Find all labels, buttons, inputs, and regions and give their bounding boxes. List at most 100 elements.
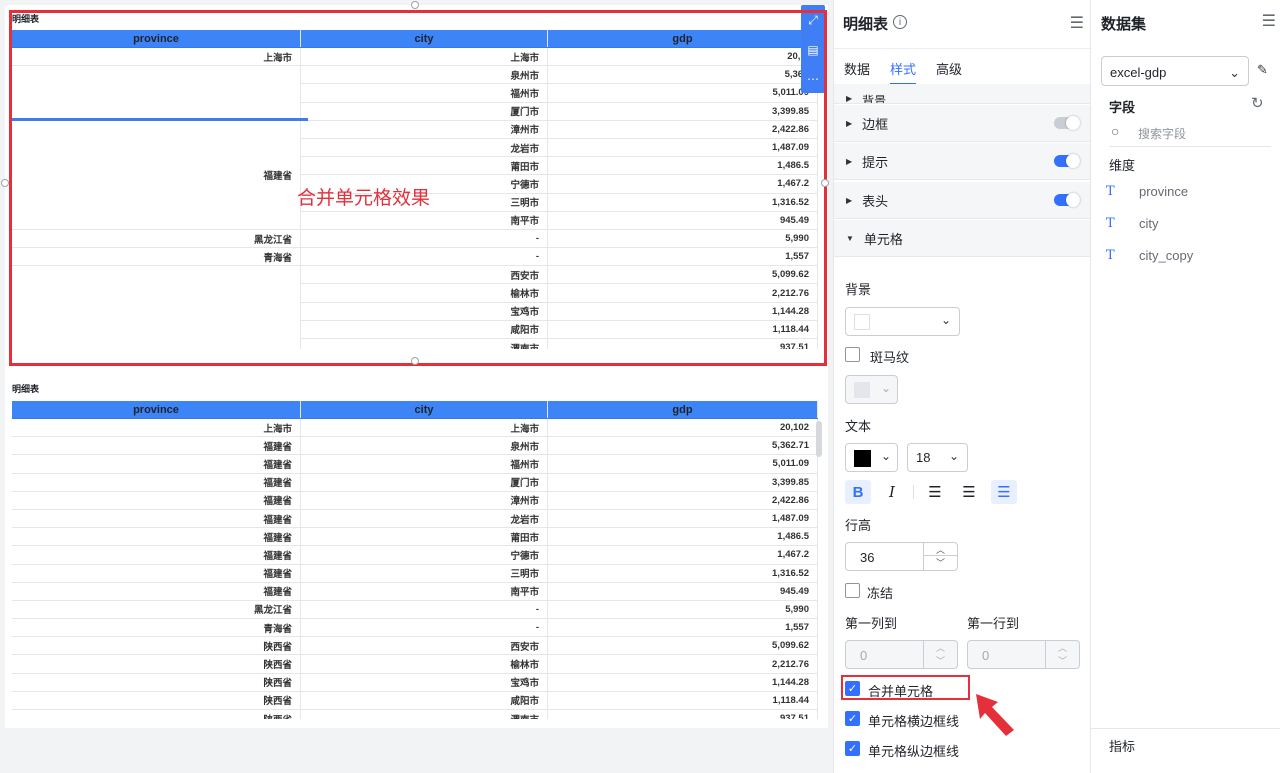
table-cell: 榆林市 (301, 284, 548, 303)
row-height-stepper[interactable]: ︿ ﹀ (923, 543, 957, 570)
field-province[interactable]: province (1139, 184, 1188, 199)
table-row: 福建省 泉州市 5,362.71 (12, 437, 818, 456)
table-cell: 西安市 (301, 266, 548, 285)
table-row: 福建省漳州市2,422.86 (12, 491, 818, 510)
section-tooltip[interactable]: ▶ 提示 (834, 143, 1090, 180)
column-header-gdp[interactable]: gdp (548, 30, 818, 47)
caret-right-icon: ▶ (846, 94, 853, 103)
section-header[interactable]: ▶ 表头 (834, 182, 1090, 219)
column-header-gdp[interactable]: gdp (548, 401, 818, 418)
align-left-icon[interactable]: ☰ (922, 480, 948, 504)
more-icon[interactable]: ⋯ (807, 72, 819, 86)
table-cell: 5,011.09 (548, 84, 818, 103)
search-input[interactable]: 搜索字段 (1138, 125, 1186, 142)
tab-style[interactable]: 样式 (890, 49, 917, 85)
table-cell: 3,399.85 (548, 102, 818, 121)
text-color-picker[interactable]: ⌄ (845, 443, 898, 472)
table-cell: 上海市 (301, 48, 548, 67)
bold-button[interactable]: B (845, 480, 871, 504)
table-cell: 20,102 (548, 419, 818, 438)
color-swatch (854, 382, 870, 398)
dataset-title: 数据集 (1101, 16, 1147, 33)
caret-down-icon: ▼ (846, 233, 854, 243)
highlight-box-merge-option (841, 675, 970, 700)
table-cell: 1,144.28 (548, 673, 818, 692)
field-search[interactable]: ○ 搜索字段 (1109, 121, 1271, 147)
chevron-down-icon: ⌄ (880, 381, 891, 395)
header-toggle[interactable] (1054, 193, 1080, 207)
row-height-label: 行高 (845, 518, 872, 533)
table-cell: 上海市 (12, 419, 301, 438)
panel-title: 明细表 (843, 16, 889, 33)
v-border-label: 单元格纵边框线 (868, 744, 960, 759)
dataset-select[interactable]: excel-gdp ⌄ (1101, 56, 1249, 86)
column-header-city[interactable]: city (301, 30, 548, 47)
table-cell: 泉州市 (301, 437, 548, 456)
table-cell: 榆林市 (301, 655, 548, 674)
section-cell[interactable]: ▼ 单元格 (834, 220, 1090, 257)
dashboard-canvas: 明细表 province city gdp 上海市上海市20,10福建省泉州市5… (1, 1, 829, 728)
fields-label: 字段 (1109, 100, 1136, 115)
table-cell: 龙岩市 (301, 138, 548, 158)
widget-toolbar: ⤢ ▤ ⋯ (801, 5, 825, 93)
table-row: 陕西省西安市5,099.62 (12, 637, 818, 656)
red-arrow-icon (976, 694, 1014, 736)
table-cell: 937.51 (548, 339, 818, 349)
table-cell: - (301, 619, 548, 638)
table-cell: 福建省 (12, 473, 301, 492)
chevron-down-icon[interactable]: ﹀ (924, 556, 957, 569)
detail-table-widget-plain[interactable]: 明细表 province city gdp 上海市 上海市 20,102 福建省 泉州市… (5, 373, 828, 728)
column-header-province[interactable]: province (12, 30, 301, 47)
row-height-input[interactable]: 36 ︿ ﹀ (845, 542, 958, 571)
section-background-cut[interactable]: ▶ 背景 (834, 84, 1090, 104)
italic-button[interactable]: I (879, 480, 905, 504)
table-cell: 陕西省 (12, 637, 301, 656)
table-cell: 1,487.09 (548, 138, 818, 158)
table-cell: 南平市 (301, 211, 548, 230)
detail-table-widget-merged[interactable]: 明细表 province city gdp 上海市上海市20,10福建省泉州市5… (5, 5, 828, 365)
column-header-city[interactable]: city (301, 401, 548, 418)
field-city-copy[interactable]: city_copy (1139, 248, 1193, 263)
resize-handle-bottom[interactable] (411, 357, 419, 365)
table-cell: 2,422.86 (548, 491, 818, 510)
border-toggle[interactable] (1054, 116, 1080, 130)
refresh-icon[interactable]: ↻ (1251, 94, 1264, 112)
align-center-icon[interactable]: ☰ (956, 480, 982, 504)
table-scrollbar[interactable] (816, 421, 822, 457)
background-color-picker[interactable]: ⌄ (845, 307, 960, 336)
field-city[interactable]: city (1139, 216, 1159, 231)
zebra-checkbox[interactable] (845, 347, 860, 362)
resize-handle-right[interactable] (821, 179, 829, 187)
table-cell: 福建省 (12, 564, 301, 583)
freeze-checkbox[interactable] (845, 583, 860, 598)
font-size-select[interactable]: 18 ⌄ (907, 443, 968, 472)
section-border[interactable]: ▶ 边框 (834, 105, 1090, 142)
v-border-checkbox[interactable]: ✓ (845, 741, 860, 756)
edit-icon[interactable]: ✎ (1257, 62, 1268, 78)
first-col-stepper: ︿ ﹀ (923, 641, 957, 668)
expand-icon[interactable]: ⤢ (808, 13, 818, 28)
resize-handle-top[interactable] (411, 1, 419, 9)
tab-data[interactable]: 数据 (844, 49, 870, 85)
column-header-province[interactable]: province (12, 401, 301, 418)
table-row: 陕西省咸阳市1,118.44 (12, 691, 818, 710)
tab-advanced[interactable]: 高级 (936, 49, 962, 85)
table-cell: 陕西省 (12, 673, 301, 692)
panel-menu-icon[interactable]: ☰ (1070, 13, 1084, 33)
table-cell: 陕西省 (12, 691, 301, 710)
table-cell: 5,990 (548, 600, 818, 620)
table-cell: 厦门市 (301, 473, 548, 492)
align-right-icon[interactable]: ☰ (991, 480, 1017, 504)
tooltip-toggle[interactable] (1054, 154, 1080, 168)
h-border-checkbox[interactable]: ✓ (845, 711, 860, 726)
table-header: province city gdp (12, 401, 818, 419)
table-cell: 5,362.71 (548, 437, 818, 456)
text-label: 文本 (845, 419, 872, 434)
dataset-menu-icon[interactable]: ☰ (1262, 11, 1276, 31)
resize-handle-left[interactable] (1, 179, 9, 187)
table-row: 黑龙江省-5,990 (12, 600, 818, 620)
document-icon[interactable]: ▤ (807, 43, 818, 57)
table-cell: 945.49 (548, 211, 818, 230)
chevron-up-icon[interactable]: ︿ (924, 543, 957, 556)
info-icon[interactable]: i (893, 15, 907, 29)
